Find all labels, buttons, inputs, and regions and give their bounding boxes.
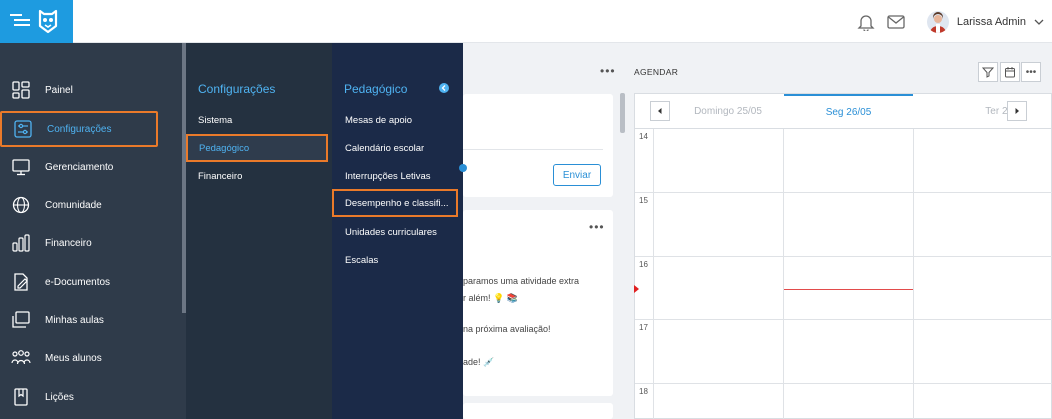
hour-label: 17 (639, 323, 648, 332)
submenu2-item-unidades-curriculares[interactable]: Unidades curriculares (332, 218, 458, 246)
sidebar-item-label: Minhas aulas (45, 314, 104, 326)
filter-icon (982, 67, 994, 78)
sidebar-item-label: Financeiro (45, 237, 92, 249)
post-text-line: ade! 💉 (463, 357, 495, 367)
sidebar-item-label: Lições (45, 391, 74, 403)
bell-icon[interactable] (857, 13, 875, 31)
monitor-icon (11, 157, 31, 177)
students-icon (11, 348, 31, 368)
user-area: Larissa Admin (857, 0, 1044, 43)
sidebar-item-label: Configurações (47, 123, 112, 135)
calendar-header: Domingo 25/05 Seg 26/05 Ter 27/05 (635, 94, 1052, 129)
pedagogico-submenu: Pedagógico Mesas de apoio Calendário esc… (332, 43, 463, 419)
hour-row[interactable]: 14 (635, 129, 1052, 193)
post-text-line: paramos uma atividade extra (463, 276, 580, 286)
post-card (463, 403, 613, 419)
sidebar-item-label: e-Documentos (45, 276, 111, 288)
mail-icon[interactable] (887, 14, 905, 29)
feed-scrollbar[interactable] (620, 93, 625, 133)
more-options-icon[interactable]: ••• (600, 64, 616, 78)
caret-left-icon (658, 108, 662, 114)
agenda-more-button[interactable]: ••• (1021, 62, 1041, 82)
settings-sliders-icon (13, 119, 33, 139)
sidebar-item-label: Comunidade (45, 199, 102, 211)
logo-icon[interactable] (36, 8, 60, 34)
chevron-down-icon[interactable] (1034, 18, 1044, 26)
composer-card: Enviar (459, 94, 613, 197)
submenu-item-pedagogico[interactable]: Pedagógico (186, 134, 328, 162)
submenu-title: Configurações (198, 82, 276, 96)
hour-label: 16 (639, 260, 648, 269)
main-sidebar: Painel Configurações Gerenciamento Comun… (0, 43, 186, 419)
submenu2-item-calendario-escolar[interactable]: Calendário escolar (332, 134, 458, 162)
post-options-icon[interactable]: ••• (589, 220, 605, 234)
submenu2-item-escalas[interactable]: Escalas (332, 246, 458, 274)
post-card: ••• paramos uma atividade extra r além! … (463, 210, 613, 396)
calendar-button[interactable] (1000, 62, 1020, 82)
book-icon (11, 387, 31, 407)
agenda-calendar: Domingo 25/05 Seg 26/05 Ter 27/05 14 15 … (634, 93, 1052, 419)
submenu-item-sistema[interactable]: Sistema (186, 106, 328, 134)
prev-day-button[interactable] (650, 101, 670, 121)
hour-row[interactable]: 18 (635, 384, 1052, 419)
sidebar-item-label: Painel (45, 84, 73, 96)
hour-label: 14 (639, 132, 648, 141)
caret-right-icon (1015, 108, 1019, 114)
hour-label: 15 (639, 196, 648, 205)
agenda-title: AGENDAR (634, 67, 679, 77)
submenu2-item-mesas-de-apoio[interactable]: Mesas de apoio (332, 106, 458, 134)
hour-label: 18 (639, 387, 648, 396)
sidebar-item-e-documentos[interactable]: e-Documentos (0, 264, 158, 300)
emoji-picker-icon[interactable] (459, 164, 467, 172)
sidebar-item-meus-alunos[interactable]: Meus alunos (0, 340, 158, 376)
sidebar-item-configuracoes[interactable]: Configurações (0, 111, 158, 147)
send-button[interactable]: Enviar (553, 164, 601, 186)
calendar-icon (1005, 67, 1015, 78)
filter-button[interactable] (978, 62, 998, 82)
submenu2-title: Pedagógico (344, 82, 408, 96)
day-header-sunday[interactable]: Domingo 25/05 (673, 94, 783, 129)
globe-icon (11, 195, 31, 215)
menu-toggle-icon[interactable] (10, 12, 30, 28)
dashboard-icon (11, 80, 31, 100)
sidebar-item-label: Meus alunos (45, 352, 102, 364)
current-time-marker (634, 285, 639, 293)
sidebar-item-licoes[interactable]: Lições (0, 379, 158, 415)
settings-submenu: Configurações Sistema Pedagógico Finance… (186, 43, 332, 419)
submenu2-item-interrupcoes-letivas[interactable]: Interrupções Letivas (332, 162, 458, 190)
sidebar-item-minhas-aulas[interactable]: Minhas aulas (0, 302, 158, 338)
submenu-item-financeiro[interactable]: Financeiro (186, 162, 328, 190)
post-text-line: na próxima avaliação! (463, 324, 551, 334)
post-text-line: r além! 💡 📚 (463, 293, 518, 303)
sidebar-item-financeiro[interactable]: Financeiro (0, 225, 158, 261)
user-name[interactable]: Larissa Admin (957, 16, 1026, 28)
top-bar: Larissa Admin (0, 0, 1052, 43)
sidebar-item-painel[interactable]: Painel (0, 72, 158, 108)
sidebar-item-comunidade[interactable]: Comunidade (0, 187, 158, 223)
next-day-button[interactable] (1007, 101, 1027, 121)
classes-icon (11, 310, 31, 330)
divider (463, 149, 603, 150)
day-header-monday[interactable]: Seg 26/05 (784, 94, 913, 129)
avatar[interactable] (926, 10, 949, 33)
sidebar-item-label: Gerenciamento (45, 161, 114, 173)
chevron-left-icon[interactable] (439, 83, 449, 93)
submenu2-item-desempenho[interactable]: Desempenho e classifi... (332, 189, 458, 217)
hour-row[interactable]: 17 (635, 320, 1052, 384)
brand-block (0, 0, 73, 43)
hour-row[interactable]: 15 (635, 193, 1052, 257)
current-time-line (784, 289, 913, 290)
sidebar-item-gerenciamento[interactable]: Gerenciamento (0, 149, 158, 185)
bar-chart-icon (11, 233, 31, 253)
document-edit-icon (11, 272, 31, 292)
